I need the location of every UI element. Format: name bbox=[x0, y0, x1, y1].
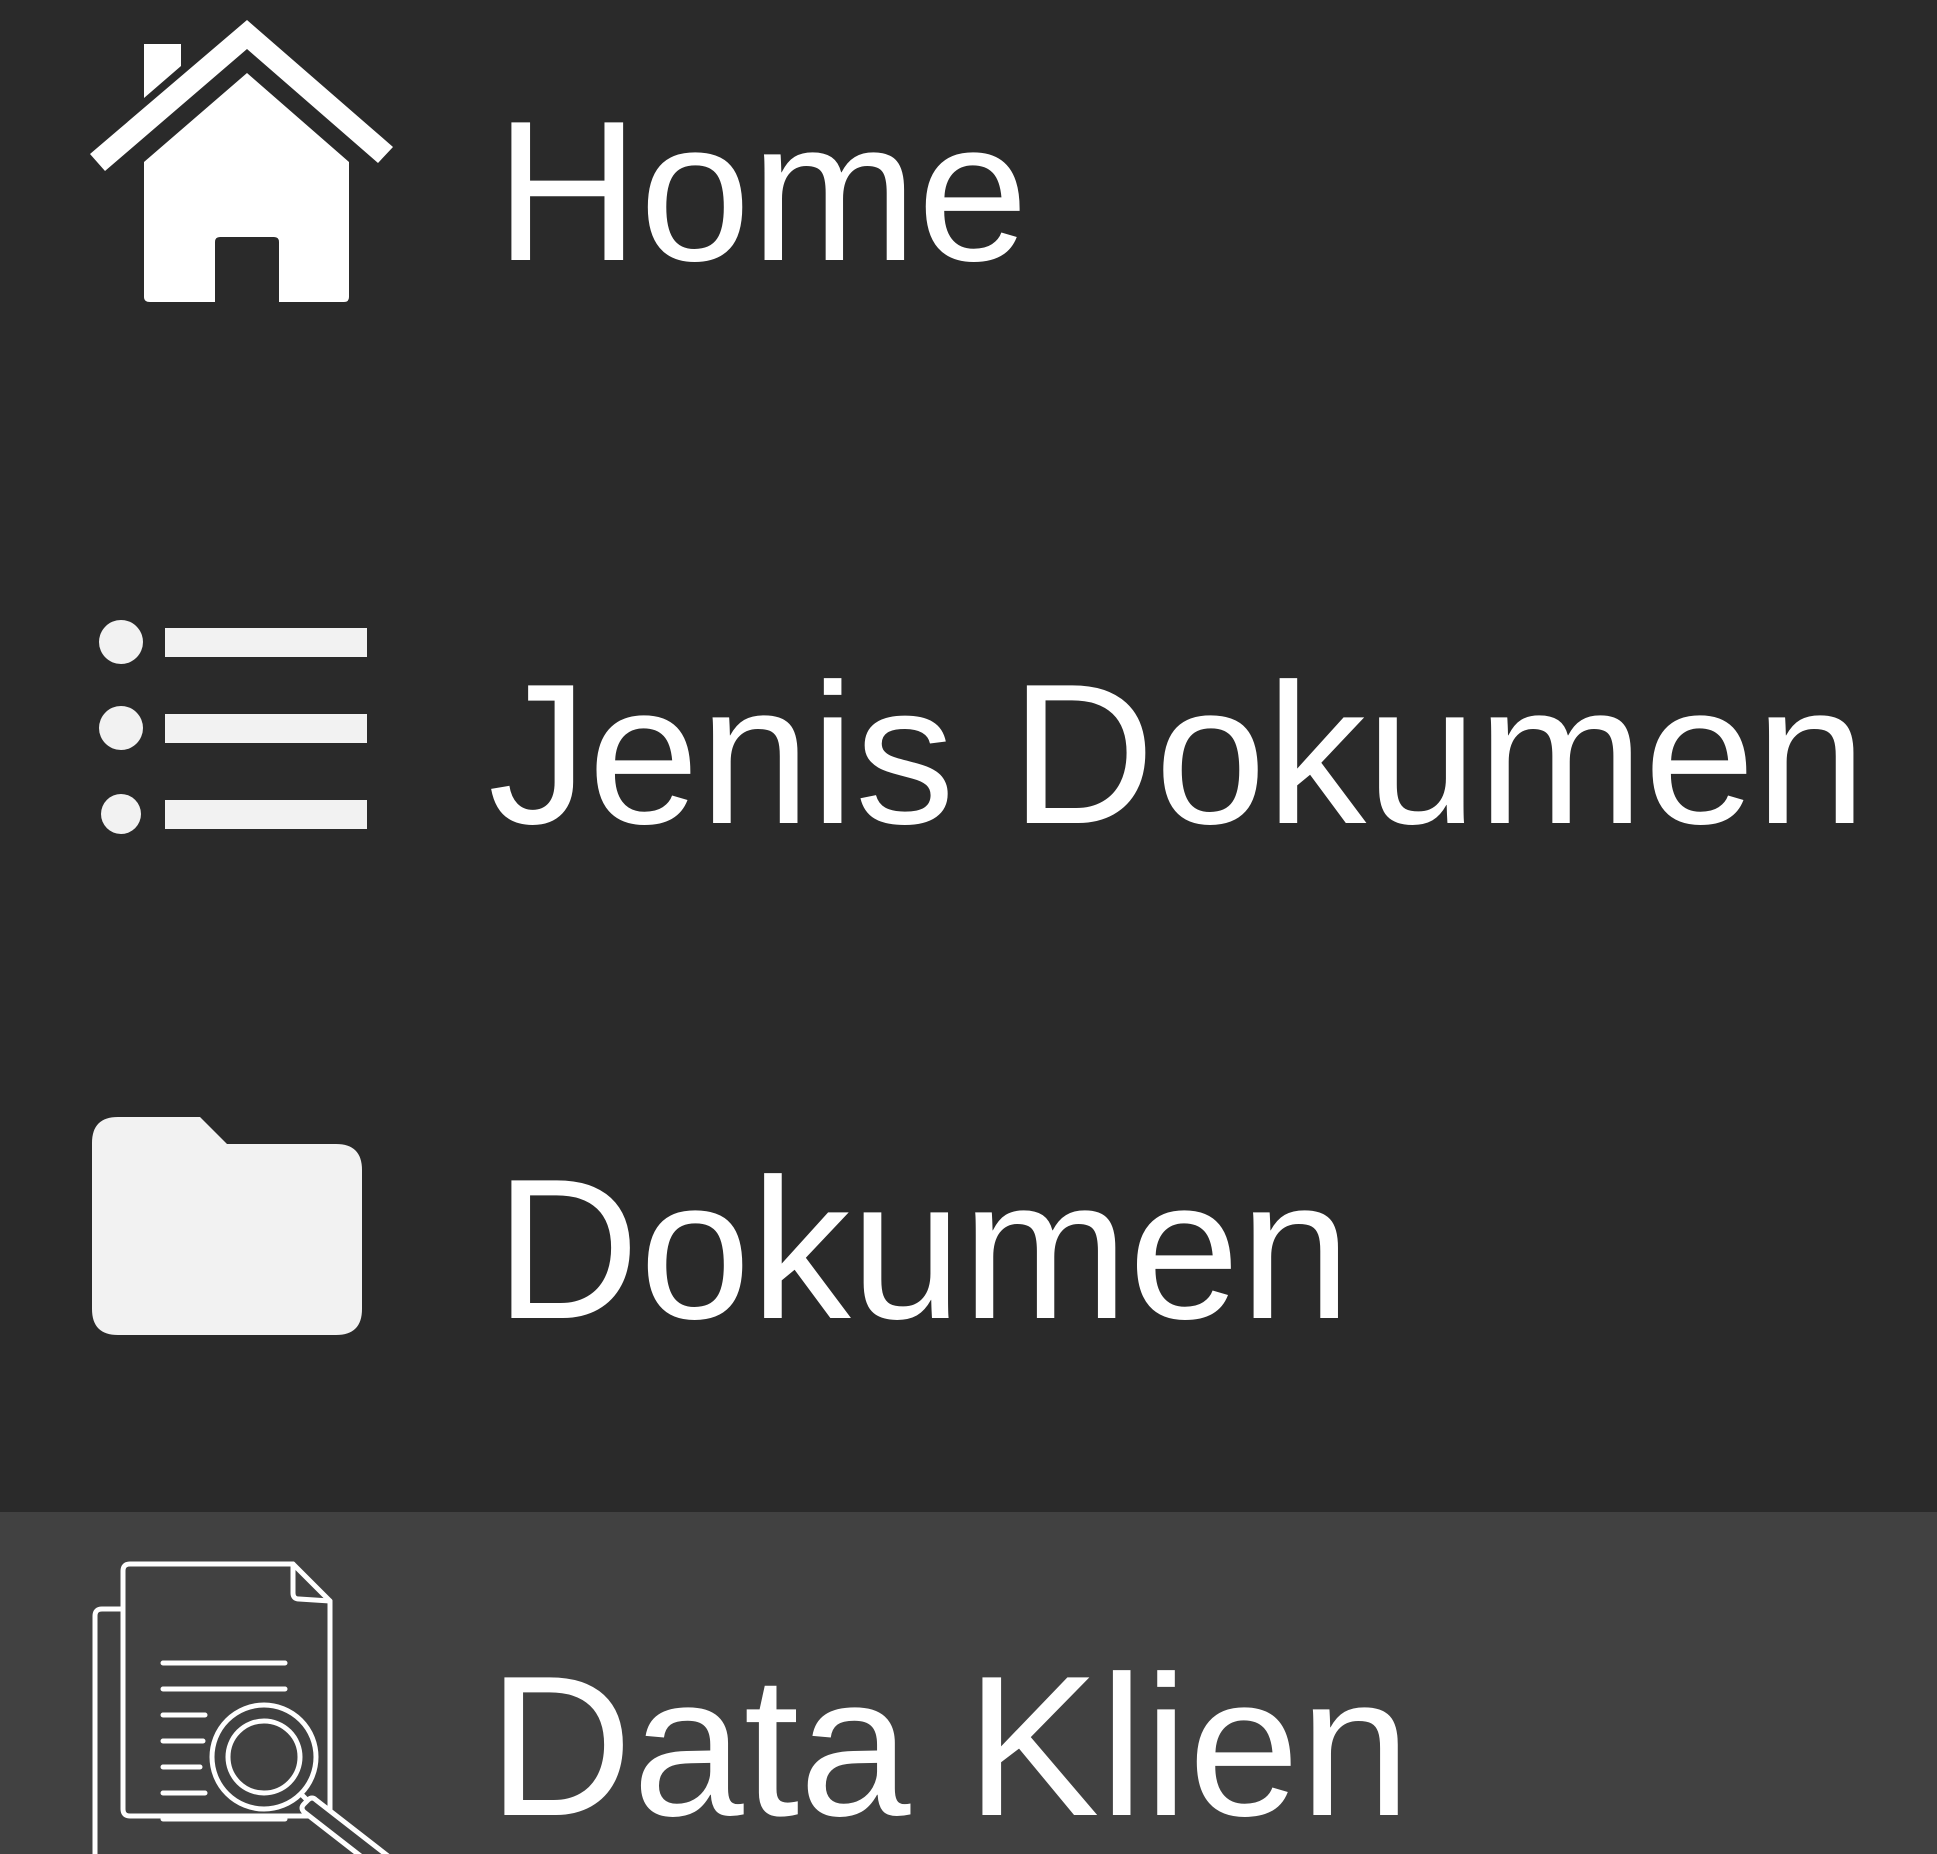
sidebar: Home Jenis Dokumen Dokumen Data Klien bbox=[0, 0, 1937, 1854]
document-search-icon bbox=[92, 1561, 390, 1854]
sidebar-item-label: Data Klien bbox=[488, 1635, 1411, 1854]
sidebar-item-label: Home bbox=[495, 80, 1029, 303]
sidebar-item-home[interactable]: Home bbox=[0, 0, 1937, 500]
folder-icon bbox=[92, 1117, 362, 1335]
sidebar-item-data-klien[interactable]: Data Klien bbox=[0, 1512, 1937, 1854]
sidebar-item-dokumen[interactable]: Dokumen bbox=[0, 1020, 1937, 1512]
sidebar-item-label: Jenis Dokumen bbox=[488, 643, 1867, 866]
sidebar-item-jenis-dokumen[interactable]: Jenis Dokumen bbox=[0, 500, 1937, 1020]
list-icon bbox=[99, 620, 367, 834]
home-icon bbox=[90, 20, 393, 302]
sidebar-item-label: Dokumen bbox=[495, 1138, 1351, 1361]
